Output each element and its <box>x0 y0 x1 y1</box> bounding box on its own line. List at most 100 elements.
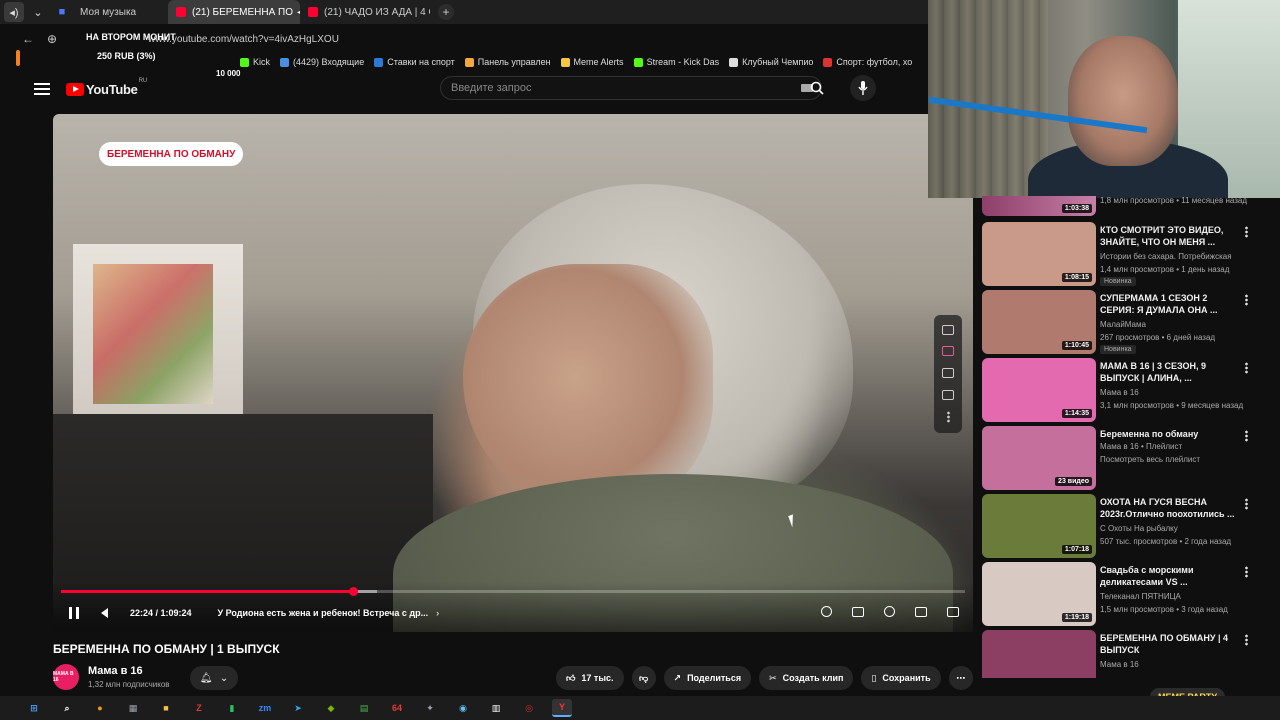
more-vert-icon[interactable] <box>1245 430 1248 442</box>
youtube-logo[interactable]: YouTube RU <box>66 78 147 97</box>
playlist-title[interactable]: Беременна по обману <box>1100 428 1240 440</box>
search-button[interactable] <box>804 76 830 100</box>
recommendation-item[interactable]: БЕРЕМЕННА ПО ОБМАНУ | 4 ВЫПУСК Мама в 16 <box>982 630 1272 678</box>
recommendation-channel[interactable]: С Охоты На рыбалку <box>1100 524 1178 533</box>
bookmark-club[interactable]: Клубный Чемпио <box>729 57 813 67</box>
view-full-playlist-link[interactable]: Посмотреть весь плейлист <box>1100 455 1200 464</box>
channel-avatar[interactable]: МАМА В 16 <box>53 664 79 690</box>
playlist-thumbnail[interactable]: 23 видео <box>982 426 1096 490</box>
recommendation-thumbnail[interactable]: 1:14:35 <box>982 358 1096 422</box>
search-input[interactable]: Введите запрос <box>440 76 822 100</box>
save-button[interactable]: ▯ Сохранить <box>861 666 941 690</box>
hdd-app-icon[interactable]: ▥ <box>486 699 506 717</box>
autoplay-toggle-icon[interactable] <box>821 606 832 617</box>
bookmark-meme-alerts[interactable]: Meme Alerts <box>560 57 624 67</box>
windows-icon[interactable]: ⊞ <box>24 699 44 717</box>
recommendation-item[interactable]: 1:14:35 МАМА В 16 | 3 СЕЗОН, 9 ВЫПУСК | … <box>982 358 1272 426</box>
chat-icon[interactable] <box>942 346 954 357</box>
zoom-icon[interactable]: zm <box>255 699 275 717</box>
recommendation-title[interactable]: КТО СМОТРИТ ЭТО ВИДЕО, ЗНАЙТЕ, ЧТО ОН МЕ… <box>1100 224 1240 248</box>
more-vert-icon[interactable] <box>946 411 950 424</box>
chapter-title[interactable]: У Родиона есть жена и ребенок! Встреча с… <box>218 608 429 618</box>
browser-icon[interactable]: ● <box>90 699 110 717</box>
new-tab-button[interactable]: + <box>438 4 454 20</box>
64-app-icon[interactable]: 64 <box>387 699 407 717</box>
url-field[interactable]: www.youtube.com/watch?v=4ivAzHgLXOU <box>148 34 339 45</box>
recommendation-title[interactable]: Свадьба с морскими деликатесами VS ... <box>1100 564 1240 588</box>
bookmark-bets[interactable]: Ставки на спорт <box>374 57 455 67</box>
z-app-icon[interactable]: Z <box>189 699 209 717</box>
bookmark-panel[interactable]: Панель управлен <box>464 57 551 67</box>
recommendation-title[interactable]: ОХОТА НА ГУСЯ ВЕСНА 2023г.Отлично поохот… <box>1100 496 1240 520</box>
telegram-icon[interactable]: ➤ <box>288 699 308 717</box>
recommendation-channel[interactable]: Мама в 16 <box>1100 388 1139 397</box>
more-vert-icon[interactable] <box>1245 498 1248 510</box>
recommendation-item[interactable]: 1:10:45 СУПЕРМАМА 1 СЕЗОН 2 СЕРИЯ: Я ДУМ… <box>982 290 1272 358</box>
green-app-icon[interactable]: ▤ <box>354 699 374 717</box>
fullscreen-icon[interactable] <box>947 606 959 617</box>
recommendation-thumbnail[interactable]: 1:08:15 <box>982 222 1096 286</box>
recommendation-title[interactable]: СУПЕРМАМА 1 СЕЗОН 2 СЕРИЯ: Я ДУМАЛА ОНА … <box>1100 292 1240 316</box>
speaker-icon[interactable]: ◂) <box>4 2 24 22</box>
back-arrow-icon[interactable]: ← <box>16 32 40 46</box>
recommendation-item[interactable]: 1:07:18 ОХОТА НА ГУСЯ ВЕСНА 2023г.Отличн… <box>982 494 1272 562</box>
bookmark-kick[interactable]: Kick <box>240 57 270 67</box>
dislike-button[interactable]: 👎︎ <box>631 666 656 690</box>
subtitles-panel-icon[interactable] <box>942 367 954 378</box>
more-vert-icon[interactable] <box>1245 634 1248 646</box>
channel-name[interactable]: Мама в 16 <box>88 665 143 677</box>
yandex-browser-icon[interactable]: Y <box>552 699 572 717</box>
progress-bar[interactable] <box>61 587 965 596</box>
recommendation-title[interactable]: БЕРЕМЕННА ПО ОБМАНУ | 4 ВЫПУСК <box>1100 632 1240 656</box>
more-vert-icon[interactable] <box>1245 566 1248 578</box>
more-vert-icon[interactable] <box>1245 362 1248 374</box>
battery-app-icon[interactable]: ▮ <box>222 699 242 717</box>
playlist-channel[interactable]: Мама в 16 • Плейлист <box>1100 442 1182 451</box>
bookmark-sport[interactable]: Спорт: футбол, хо <box>823 57 912 67</box>
volume-icon[interactable] <box>101 608 108 618</box>
calculator-icon[interactable]: ▦ <box>123 699 143 717</box>
recommendation-thumbnail-partial[interactable]: 1:03:38 <box>982 196 1096 216</box>
recommendation-thumbnail[interactable] <box>982 630 1096 678</box>
tab-list-icon[interactable]: ⌄ <box>28 2 48 22</box>
pinned-tab-icon[interactable]: ■ <box>52 2 72 22</box>
bookmark-inbox[interactable]: (4429) Входящие <box>280 57 364 67</box>
bookmark-kick-dashboard[interactable]: Stream - Kick Das <box>633 57 719 67</box>
recommendation-channel[interactable]: МалайМама <box>1100 320 1146 329</box>
share-button[interactable]: ↗ Поделиться <box>663 666 752 690</box>
more-vert-icon[interactable] <box>1245 294 1248 306</box>
subtitles-icon[interactable] <box>852 606 864 617</box>
video-player[interactable]: БЕРЕМЕННА ПО ОБМАНУ 22:24 / 1:09:24 У Ро… <box>53 114 973 632</box>
more-actions-button[interactable]: ⋯ <box>948 666 973 690</box>
create-clip-button[interactable]: ✂ Создать клип <box>759 666 854 690</box>
folder-icon[interactable]: ■ <box>156 699 176 717</box>
theater-mode-icon[interactable] <box>915 606 927 617</box>
site-info-icon[interactable]: ⊕ <box>40 32 64 46</box>
steam-icon[interactable]: ◉ <box>453 699 473 717</box>
search-icon[interactable]: ⌕ <box>57 699 77 717</box>
settings-icon[interactable] <box>884 606 895 617</box>
tab-other-video[interactable]: (21) ЧАДО ИЗ АДА | 4 СЕ <box>300 0 430 24</box>
recommendation-thumbnail[interactable]: 1:10:45 <box>982 290 1096 354</box>
gear-app-icon[interactable]: ✦ <box>420 699 440 717</box>
nvidia-icon[interactable]: ◆ <box>321 699 341 717</box>
menu-icon[interactable] <box>34 83 50 95</box>
recommendation-channel[interactable]: Телеканал ПЯТНИЦА <box>1100 592 1181 601</box>
chapter-chevron-icon[interactable]: › <box>436 608 439 618</box>
voice-search-button[interactable] <box>850 75 876 101</box>
tab-music[interactable]: Моя музыка <box>72 0 168 24</box>
recommendation-item[interactable]: 1:19:18 Свадьба с морскими деликатесами … <box>982 562 1272 630</box>
obs-icon[interactable]: ◎ <box>519 699 539 717</box>
playlist-item[interactable]: 23 видео Беременна по обману Мама в 16 •… <box>982 426 1272 494</box>
recommendation-title[interactable]: МАМА В 16 | 3 СЕЗОН, 9 ВЫПУСК | АЛИНА, .… <box>1100 360 1240 384</box>
like-button[interactable]: 👍︎ 17 тыс. <box>556 666 624 690</box>
pause-button[interactable] <box>69 607 79 619</box>
copy-icon[interactable] <box>942 389 954 400</box>
recommendation-thumbnail[interactable]: 1:19:18 <box>982 562 1096 626</box>
recommendation-thumbnail[interactable]: 1:07:18 <box>982 494 1096 558</box>
tab-current-video[interactable]: (21) БЕРЕМЕННА ПО◂✕ <box>168 0 300 24</box>
recommendation-channel[interactable]: Мама в 16 <box>1100 660 1139 669</box>
scrubber-handle[interactable] <box>348 587 358 596</box>
recommendation-item[interactable]: 1:08:15 КТО СМОТРИТ ЭТО ВИДЕО, ЗНАЙТЕ, Ч… <box>982 222 1272 290</box>
more-vert-icon[interactable] <box>1245 226 1248 238</box>
